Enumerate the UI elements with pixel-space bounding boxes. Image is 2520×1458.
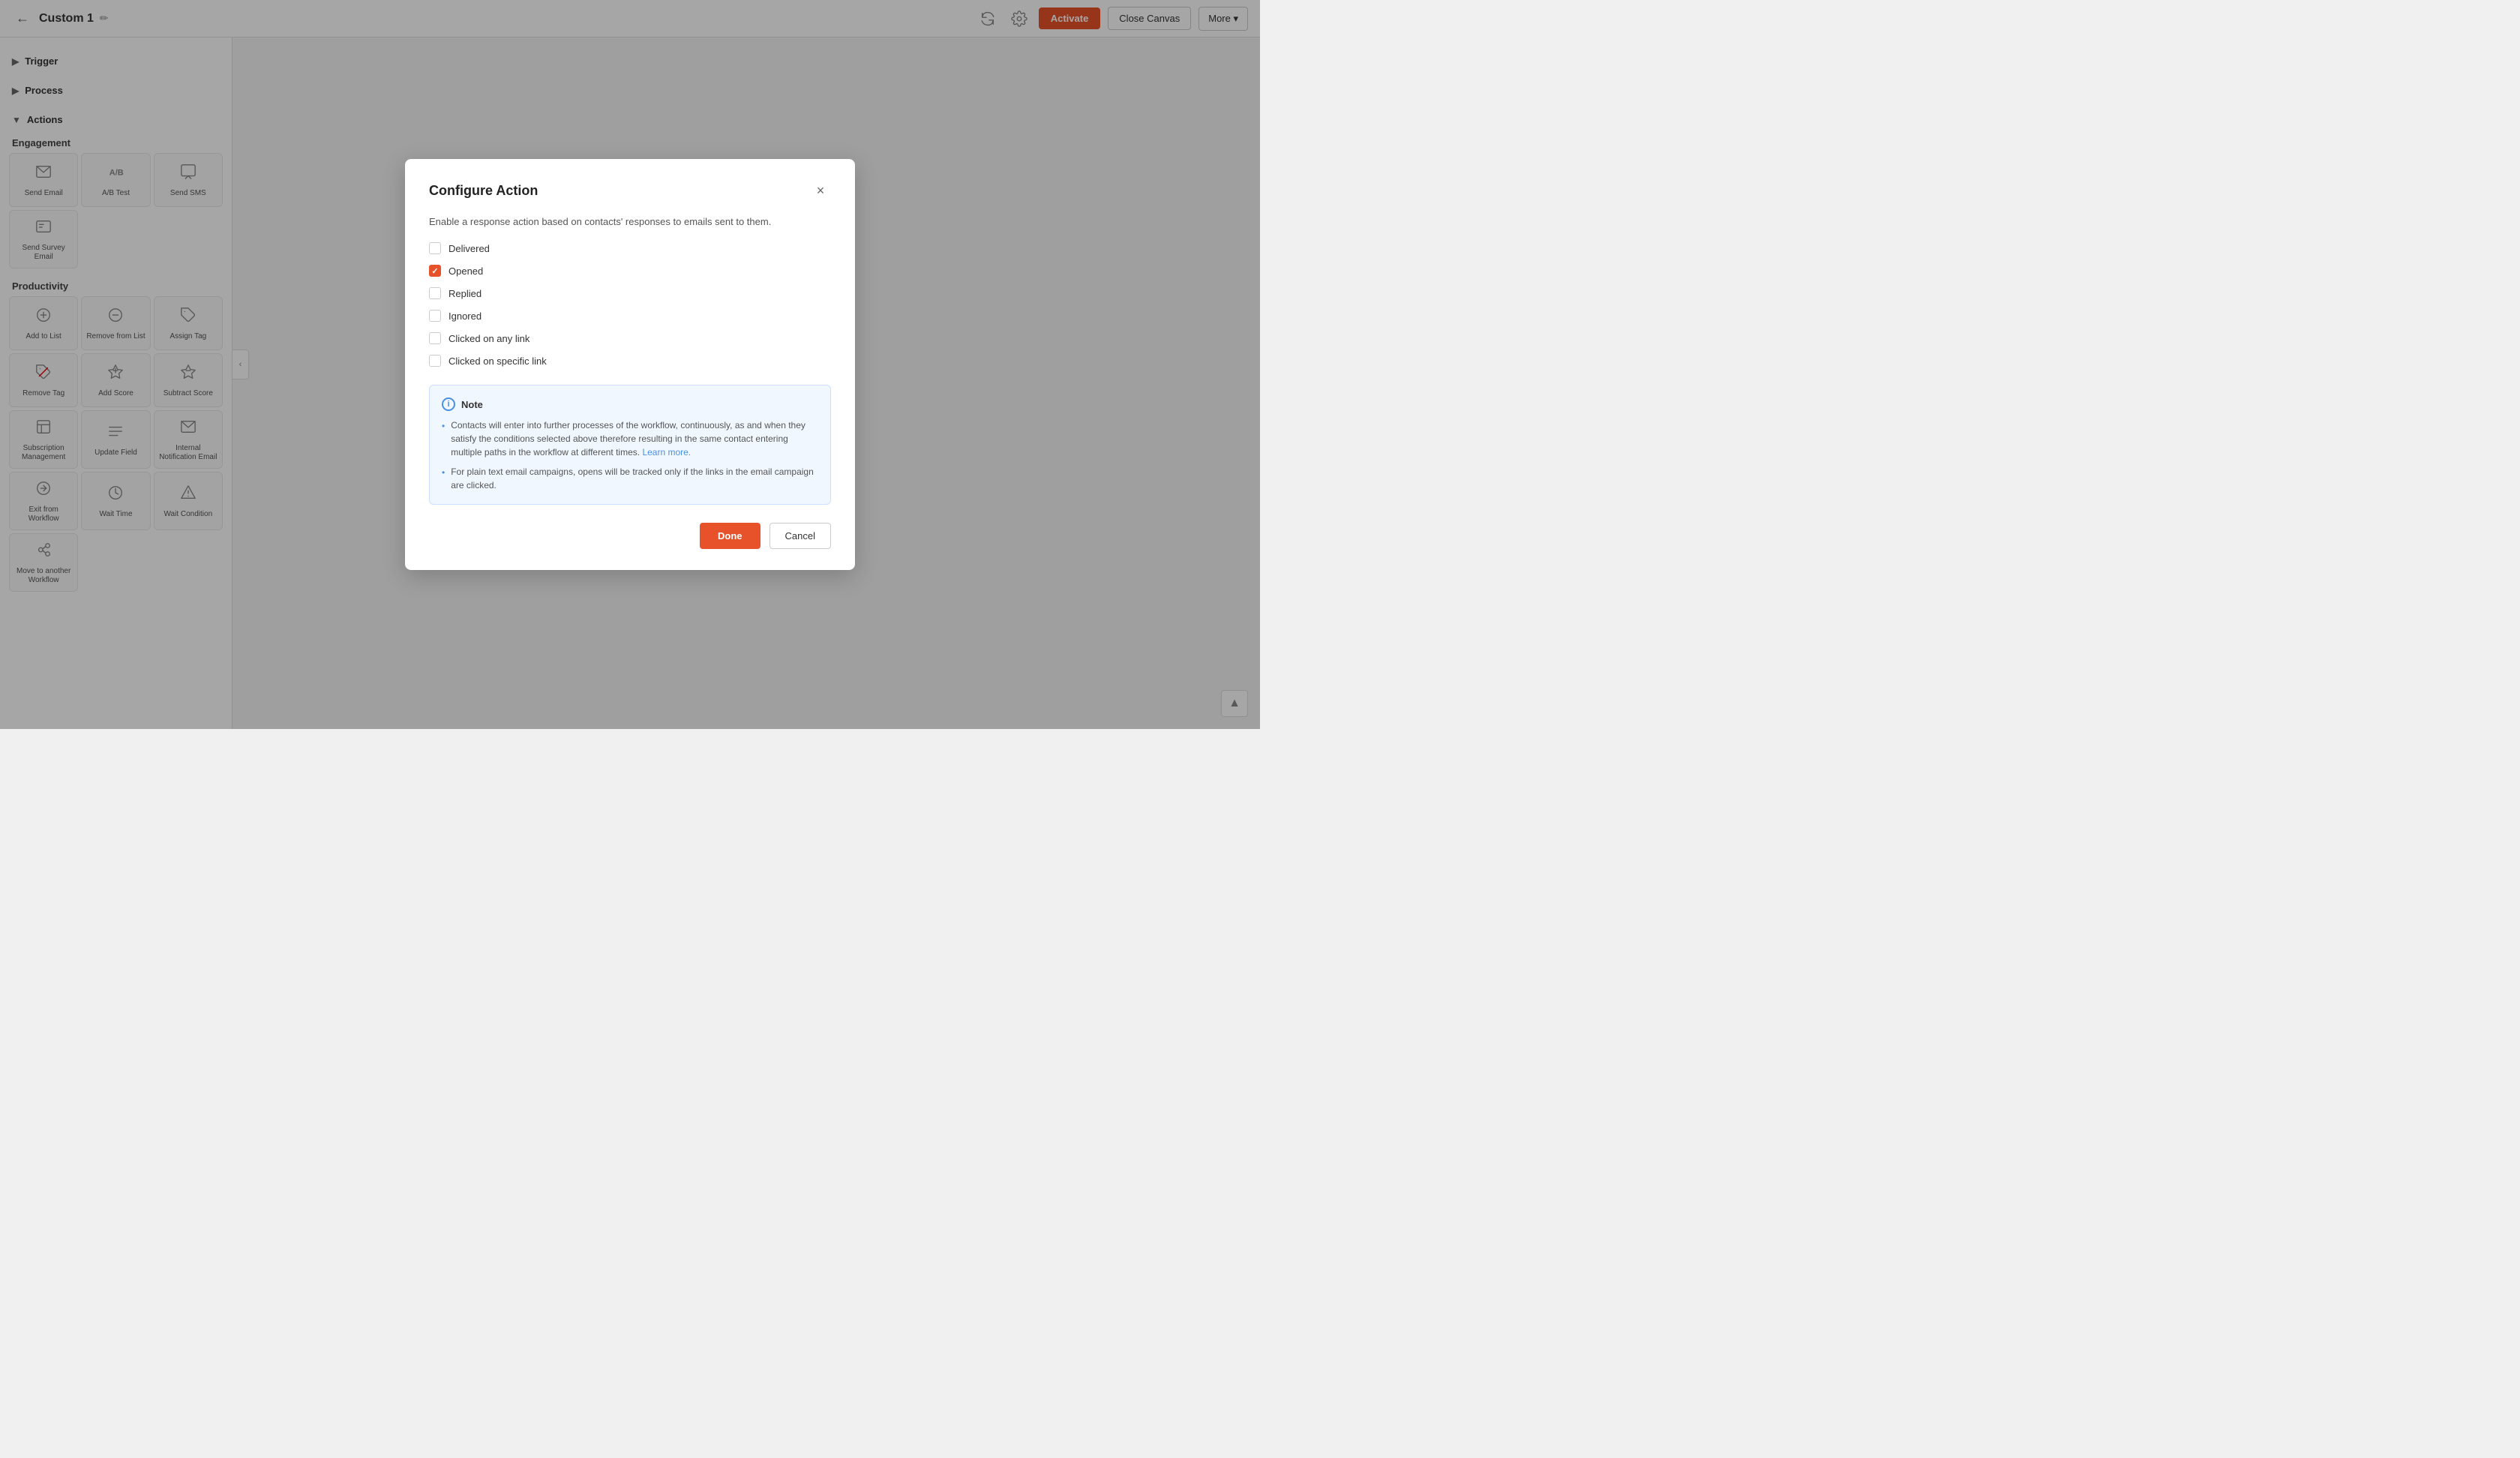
modal-description: Enable a response action based on contac… bbox=[429, 216, 831, 227]
note-item-2: For plain text email campaigns, opens wi… bbox=[442, 465, 818, 492]
checkbox-clicked-any-link[interactable]: Clicked on any link bbox=[429, 332, 831, 344]
modal-header: Configure Action × bbox=[429, 180, 831, 201]
checkbox-box-ignored bbox=[429, 310, 441, 322]
checkbox-label-clicked-any: Clicked on any link bbox=[448, 333, 530, 344]
modal-footer: Done Cancel bbox=[429, 523, 831, 549]
note-header: i Note bbox=[442, 398, 818, 411]
checkbox-clicked-specific-link[interactable]: Clicked on specific link bbox=[429, 355, 831, 367]
checkbox-box-clicked-specific bbox=[429, 355, 441, 367]
checkbox-list: Delivered Opened Replied Ignored Clicked… bbox=[429, 242, 831, 367]
checkbox-label-opened: Opened bbox=[448, 266, 483, 277]
note-item-2-text: For plain text email campaigns, opens wi… bbox=[451, 465, 818, 492]
note-item-1: Contacts will enter into further process… bbox=[442, 418, 818, 459]
modal-title: Configure Action bbox=[429, 183, 538, 199]
checkbox-label-delivered: Delivered bbox=[448, 243, 490, 254]
configure-action-modal: Configure Action × Enable a response act… bbox=[405, 159, 855, 570]
checkbox-label-clicked-specific: Clicked on specific link bbox=[448, 356, 547, 367]
modal-overlay[interactable]: Configure Action × Enable a response act… bbox=[0, 0, 1260, 729]
done-button[interactable]: Done bbox=[700, 523, 760, 549]
note-info-icon: i bbox=[442, 398, 455, 411]
checkbox-box-opened bbox=[429, 265, 441, 277]
checkbox-label-replied: Replied bbox=[448, 288, 482, 299]
cancel-button[interactable]: Cancel bbox=[770, 523, 831, 549]
checkbox-opened[interactable]: Opened bbox=[429, 265, 831, 277]
note-list: Contacts will enter into further process… bbox=[442, 418, 818, 492]
modal-close-button[interactable]: × bbox=[810, 180, 831, 201]
checkbox-ignored[interactable]: Ignored bbox=[429, 310, 831, 322]
checkbox-label-ignored: Ignored bbox=[448, 310, 482, 322]
checkbox-box-delivered bbox=[429, 242, 441, 254]
note-box: i Note Contacts will enter into further … bbox=[429, 385, 831, 505]
checkbox-delivered[interactable]: Delivered bbox=[429, 242, 831, 254]
checkbox-box-replied bbox=[429, 287, 441, 299]
note-item-1-text: Contacts will enter into further process… bbox=[451, 418, 818, 459]
checkbox-box-clicked-any bbox=[429, 332, 441, 344]
checkbox-replied[interactable]: Replied bbox=[429, 287, 831, 299]
learn-more-link[interactable]: Learn more. bbox=[642, 447, 691, 458]
note-title: Note bbox=[461, 399, 483, 410]
